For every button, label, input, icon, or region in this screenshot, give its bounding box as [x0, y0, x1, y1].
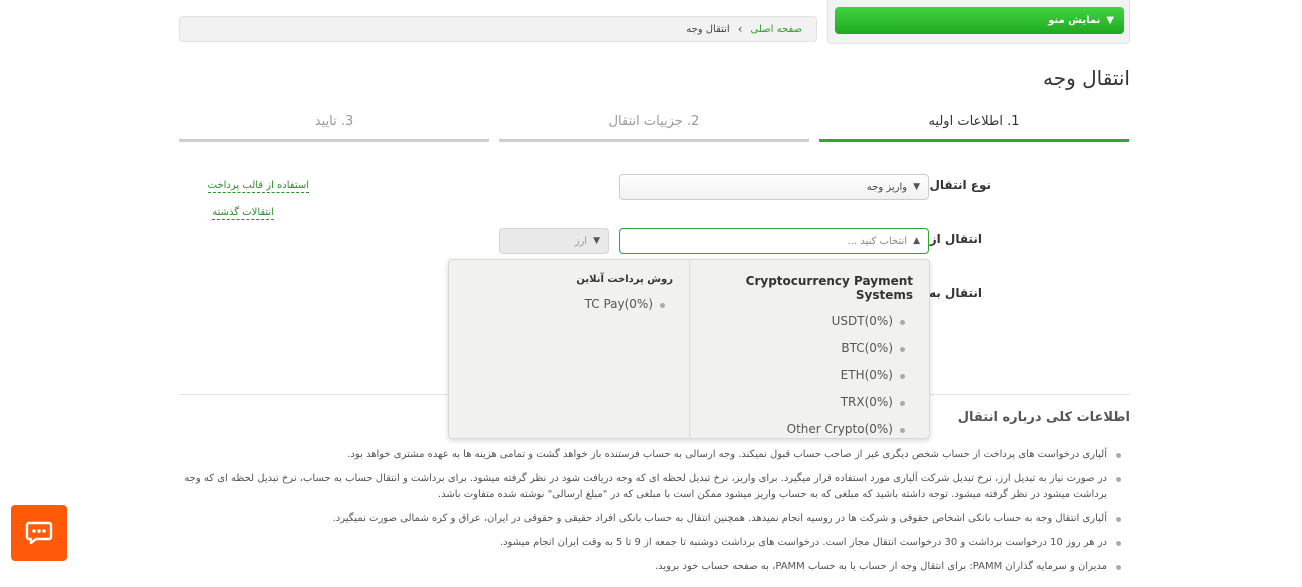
triangle-down-icon: ▼: [913, 182, 920, 192]
info-item: مدیران و سرمایه گذاران PAMM: برای انتقال…: [179, 559, 1123, 575]
option-tc-pay[interactable]: TC Pay(0%): [449, 297, 689, 312]
step-transfer-details: 2. جزییات انتقال: [499, 114, 809, 142]
option-other-crypto[interactable]: Other Crypto(0%): [689, 422, 929, 437]
transfer-from-select[interactable]: ▲ انتخاب کنید ...: [619, 228, 929, 254]
step-confirm: 3. تایید: [179, 114, 489, 142]
info-item: آلپاری درخواست های پرداخت از حساب شخص دی…: [179, 447, 1123, 463]
online-payment-group-header: روش پرداخت آنلاین: [576, 274, 673, 285]
transfer-type-label: نوع انتقال:: [924, 178, 991, 192]
breadcrumb: صفحه اصلی › انتقال وجه: [179, 16, 817, 42]
chat-icon: [25, 521, 53, 545]
show-menu-button[interactable]: ▼ نمایش منو: [835, 7, 1124, 34]
menu-panel: ▼ نمایش منو: [827, 0, 1130, 44]
online-payment-column: روش پرداخت آنلاین TC Pay(0%): [449, 260, 690, 438]
transfer-type-select[interactable]: ▼ واریز وجه: [619, 174, 929, 200]
use-payment-template-link[interactable]: استفاده از قالب پرداخت: [207, 180, 309, 193]
transfer-from-placeholder: انتخاب کنید ...: [847, 235, 908, 247]
option-btc[interactable]: BTC(0%): [689, 341, 929, 356]
step-initial-info: 1. اطلاعات اولیه: [819, 114, 1129, 142]
breadcrumb-current: انتقال وجه: [686, 23, 730, 35]
info-item: در صورت نیاز به تبدیل ارز، نرخ تبدیل شرک…: [179, 471, 1123, 503]
info-section-title: اطلاعات کلی درباره انتقال: [957, 410, 1130, 425]
transfer-type-value: واریز وجه: [866, 181, 908, 193]
crypto-column: Cryptocurrency Payment Systems USDT(0%) …: [689, 260, 929, 438]
option-trx[interactable]: TRX(0%): [689, 395, 929, 410]
triangle-down-icon: ▼: [593, 236, 600, 246]
chevron-left-icon: ›: [737, 22, 743, 36]
chat-button[interactable]: [11, 505, 67, 561]
triangle-up-icon: ▲: [913, 236, 920, 246]
currency-placeholder: ارز: [574, 235, 588, 247]
page-title: انتقال وجه: [1042, 66, 1130, 90]
past-transfers-link[interactable]: انتقالات گذشته: [212, 207, 274, 220]
currency-select[interactable]: ▼ ارز: [499, 228, 609, 254]
info-item: در هر روز 10 درخواست برداشت و 30 درخواست…: [179, 535, 1123, 551]
info-item: آلپاری انتقال وجه به حساب بانکی اشخاص حق…: [179, 511, 1123, 527]
crypto-group-header: Cryptocurrency Payment Systems: [745, 274, 913, 302]
option-eth[interactable]: ETH(0%): [689, 368, 929, 383]
breadcrumb-home-link[interactable]: صفحه اصلی: [751, 24, 802, 35]
info-list: آلپاری درخواست های پرداخت از حساب شخص دی…: [179, 447, 1123, 583]
triangle-down-icon: ▼: [1106, 15, 1114, 26]
option-usdt[interactable]: USDT(0%): [689, 314, 929, 329]
transfer-to-label: انتقال به:: [924, 286, 982, 300]
show-menu-label: نمایش منو: [1048, 15, 1101, 26]
transfer-from-label: انتقال از:: [924, 232, 982, 246]
payment-system-dropdown: Cryptocurrency Payment Systems USDT(0%) …: [448, 259, 930, 439]
